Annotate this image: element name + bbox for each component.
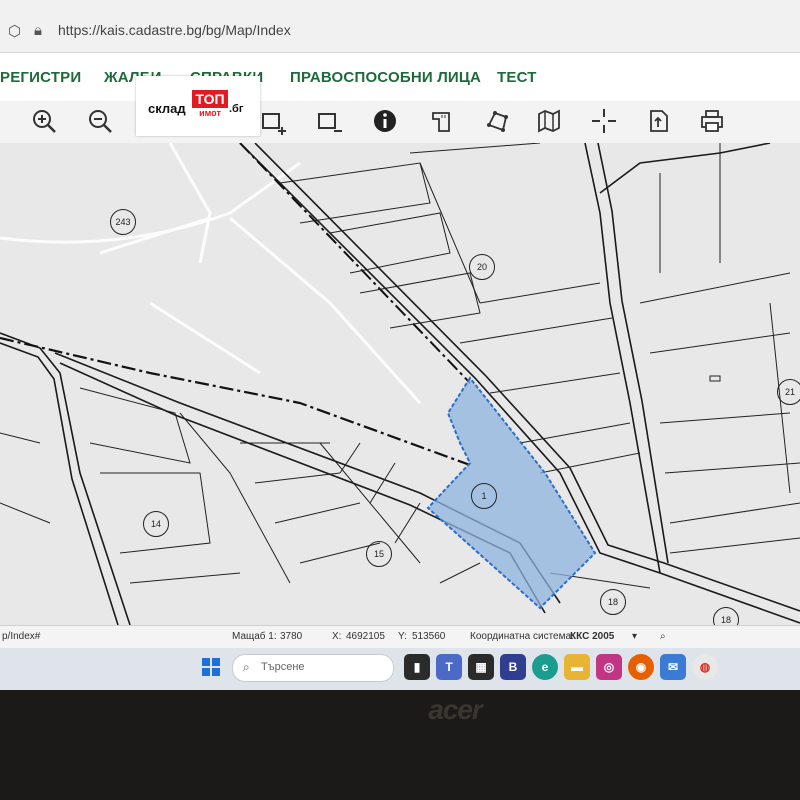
scale-value: 3780 [280,631,303,642]
watermark-logo: склад ТОП имот .бг [136,76,260,136]
coord-system-select[interactable]: ККС 2005 [570,631,614,642]
print-icon[interactable] [696,105,728,137]
menu-licensed-persons[interactable]: ПРАВОСПОСОБНИ ЛИЦА [290,69,481,86]
cadastral-map[interactable]: 243 20 21 1 14 15 18 18 [0,143,800,625]
parcel-label[interactable]: 243 [110,209,136,235]
laptop-brand: acer [428,694,483,725]
taskbar-search[interactable]: ⌕ Търсене [232,654,394,682]
crosshair-icon[interactable] [588,105,620,137]
logo-text-right: .бг [229,103,244,115]
url-text[interactable]: https://kais.cadastre.bg/bg/Map/Index [58,22,291,38]
logo-text-sub: имот [199,108,221,118]
add-rectangle-icon[interactable] [256,105,288,137]
info-icon[interactable] [369,105,401,137]
search-icon[interactable]: ⌕ [660,631,666,642]
map-icon[interactable] [533,105,565,137]
x-label: X: [332,631,342,642]
address-bar[interactable]: ⬡ 🔒︎ https://kais.cadastre.bg/bg/Map/Ind… [0,0,800,53]
parcel-label[interactable]: 15 [366,541,392,567]
status-url: p/Index# [2,631,41,642]
measure-icon[interactable] [425,105,457,137]
instagram-icon[interactable]: ◎ [596,654,622,680]
parcel-label-selected[interactable]: 1 [471,483,497,509]
parcel-label[interactable]: 21 [777,379,800,405]
parcel-label[interactable]: 20 [469,254,495,280]
teams-icon[interactable]: T [436,654,462,680]
search-placeholder: Търсене [261,661,305,673]
screen: ⬡ 🔒︎ https://kais.cadastre.bg/bg/Map/Ind… [0,0,800,690]
shield-icon: ⬡ [8,23,22,40]
polygon-icon[interactable] [481,105,513,137]
chrome-icon[interactable]: ◍ [692,654,718,680]
edge-icon[interactable]: e [532,654,558,680]
folder-icon[interactable]: ▬ [564,654,590,680]
logo-text-box: ТОП [192,90,228,108]
y-value: 513560 [412,631,446,642]
x-value: 4692105 [346,631,385,642]
search-icon: ⌕ [243,660,250,674]
menu-test[interactable]: ТЕСТ [497,69,537,86]
logo-text-left: склад [148,101,186,116]
menu-registers[interactable]: РЕГИСТРИ [0,69,81,86]
mail-icon[interactable]: ✉ [660,654,686,680]
remove-rectangle-icon[interactable] [312,105,344,137]
lock-icon: 🔒︎ [34,22,42,39]
zoom-in-icon[interactable] [28,105,60,137]
windows-start-icon[interactable] [202,658,220,676]
parcel-label[interactable]: 14 [143,511,169,537]
main-menu: РЕГИСТРИ ЖАЛБИ СПРАВКИ ПРАВОСПОСОБНИ ЛИЦ… [0,53,800,101]
firefox-icon[interactable]: ◉ [628,654,654,680]
app-icon[interactable]: ▦ [468,654,494,680]
b-app-icon[interactable]: B [500,654,526,680]
parcel-label[interactable]: 18 [600,589,626,615]
zoom-out-icon[interactable] [84,105,116,137]
map-toolbar [0,101,800,144]
taskbar: ⌕ Търсене ▮ T ▦ B e ▬ ◎ ◉ ✉ ◍ [0,648,800,690]
export-icon[interactable] [642,105,674,137]
coord-system-label: Координатна система: [470,631,574,642]
status-bar: p/Index# Мащаб 1: 3780 X: 4692105 Y: 513… [0,625,800,648]
chevron-down-icon[interactable]: ▾ [632,631,637,642]
y-label: Y: [398,631,407,642]
task-view-icon[interactable]: ▮ [404,654,430,680]
scale-label: Мащаб 1: [232,631,277,642]
